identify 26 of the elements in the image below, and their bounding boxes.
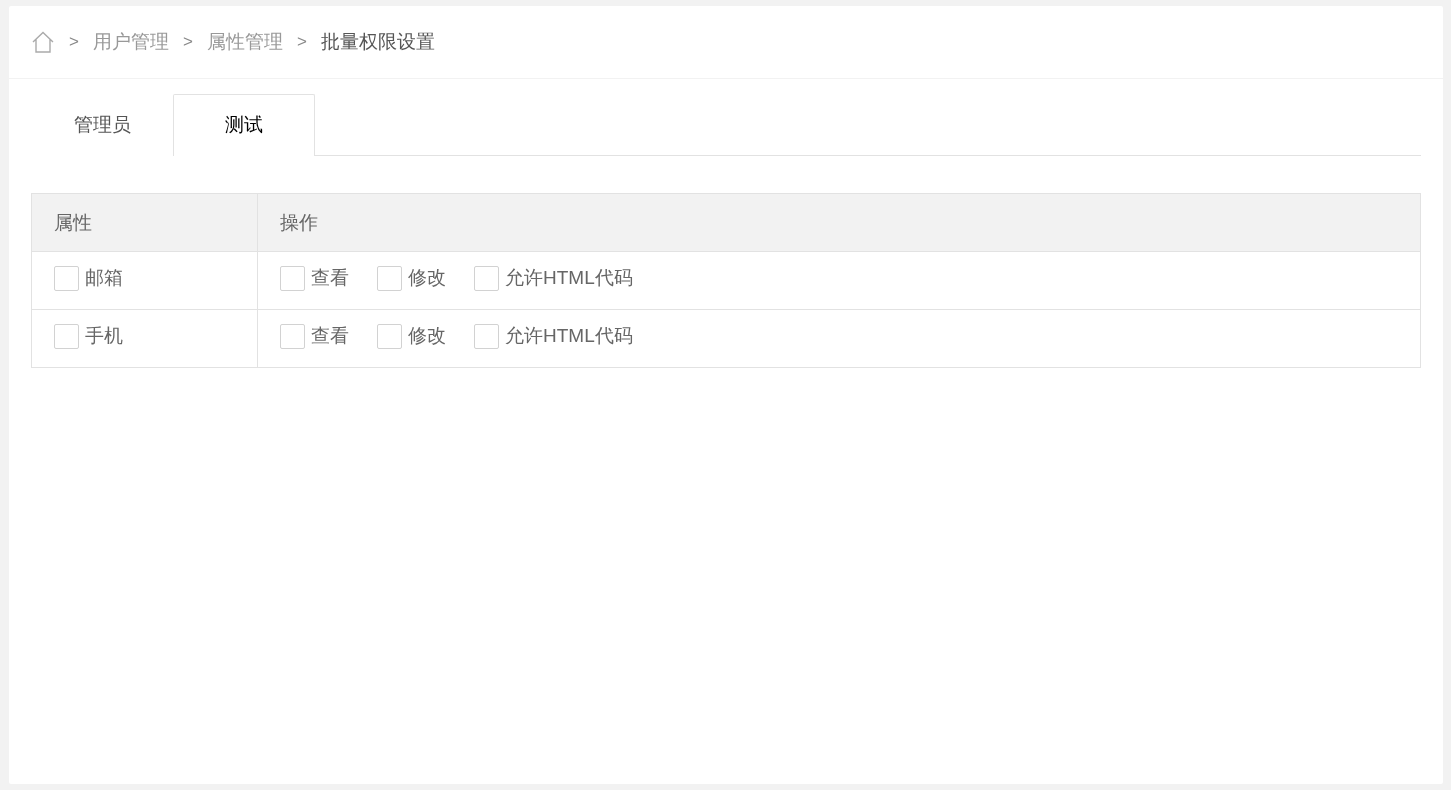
checkbox[interactable] bbox=[474, 265, 499, 291]
checkbox[interactable] bbox=[54, 265, 79, 291]
breadcrumb-link[interactable]: 批量权限设置 bbox=[320, 29, 435, 55]
breadcrumb-separator: > bbox=[69, 32, 79, 52]
column-header: 操作 bbox=[257, 193, 1421, 252]
breadcrumb-separator: > bbox=[182, 32, 193, 52]
checkbox[interactable] bbox=[474, 323, 499, 349]
checkbox-label[interactable]: 修改 bbox=[408, 323, 446, 350]
breadcrumb-link[interactable]: 属性管理 bbox=[206, 29, 283, 55]
checkbox-label[interactable]: 允许HTML代码 bbox=[505, 265, 633, 292]
checkbox-label[interactable]: 允许HTML代码 bbox=[505, 323, 633, 350]
checkbox-label[interactable]: 邮箱 bbox=[85, 265, 123, 292]
checkbox-label[interactable]: 查看 bbox=[311, 265, 349, 292]
checkbox-label[interactable]: 手机 bbox=[85, 323, 123, 350]
checkbox[interactable] bbox=[377, 323, 402, 349]
checkbox-label[interactable]: 查看 bbox=[311, 323, 349, 350]
checkbox[interactable] bbox=[54, 323, 79, 349]
tab[interactable]: 测试 bbox=[173, 94, 315, 156]
checkbox[interactable] bbox=[280, 323, 305, 349]
home-icon[interactable] bbox=[31, 31, 55, 53]
breadcrumb-link[interactable]: 用户管理 bbox=[92, 29, 169, 55]
column-header: 属性 bbox=[31, 193, 258, 252]
breadcrumb-separator: > bbox=[296, 32, 307, 52]
checkbox[interactable] bbox=[377, 265, 402, 291]
checkbox-label[interactable]: 修改 bbox=[408, 265, 446, 292]
checkbox[interactable] bbox=[280, 265, 305, 291]
